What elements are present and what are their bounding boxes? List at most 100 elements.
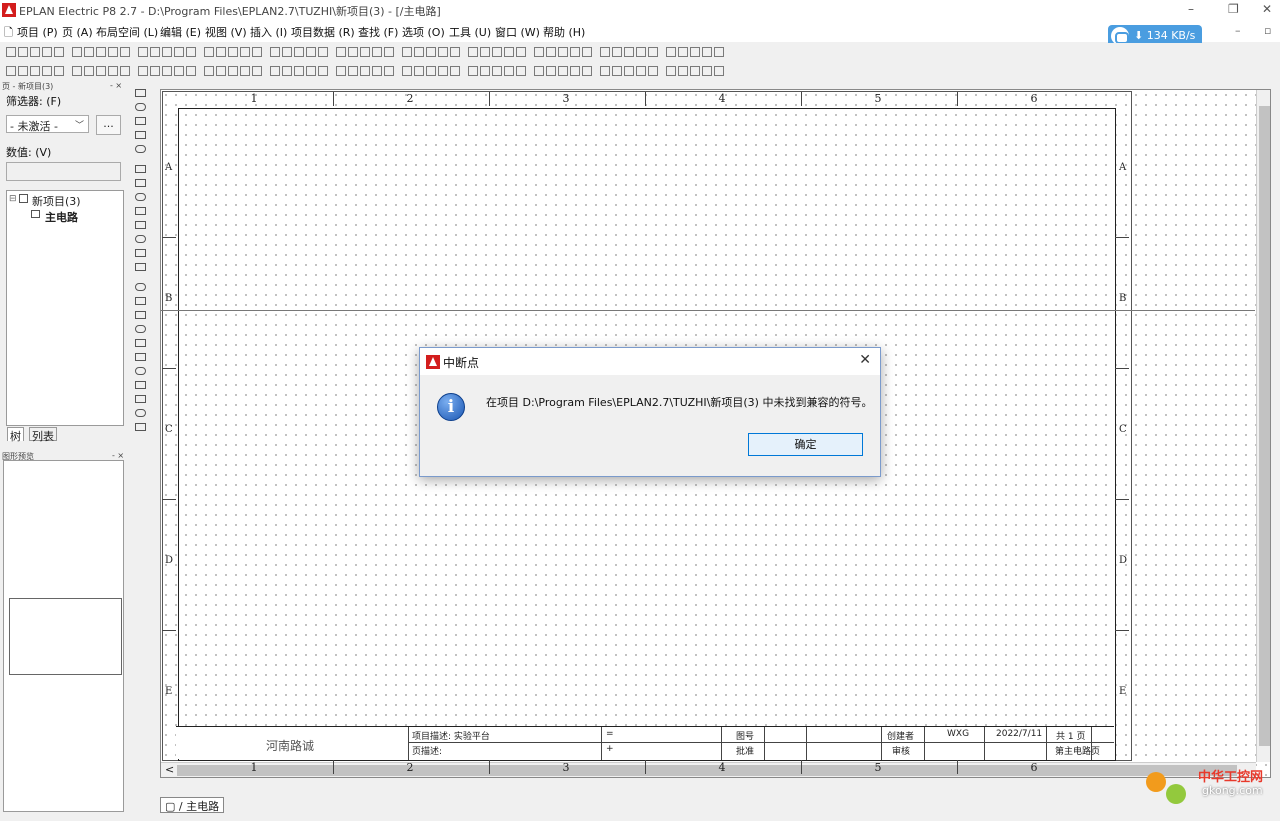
draw-tool-icon[interactable] — [135, 353, 146, 361]
page-tab[interactable]: ▢ / 主电路 — [160, 797, 225, 813]
toolbar-button-icon[interactable] — [678, 47, 688, 57]
draw-tool-icon[interactable] — [135, 221, 146, 229]
toolbar-button-icon[interactable] — [438, 47, 448, 57]
draw-tool-icon[interactable] — [135, 207, 146, 215]
filter-select[interactable]: - 未激活 - ﹀ — [6, 115, 89, 133]
toolbar-button-icon[interactable] — [546, 47, 556, 57]
draw-tool-icon[interactable] — [135, 381, 146, 389]
toolbar-button-icon[interactable] — [54, 47, 64, 57]
toolbar-button-icon[interactable] — [702, 47, 712, 57]
toolbar-button-icon[interactable] — [270, 47, 280, 57]
toolbar-button-icon[interactable] — [636, 66, 646, 76]
tree-item-page[interactable]: 主电路 — [45, 209, 78, 225]
toolbar-button-icon[interactable] — [204, 66, 214, 76]
toolbar-button-icon[interactable] — [282, 47, 292, 57]
scroll-left-icon[interactable]: < — [165, 763, 174, 776]
toolbar-button-icon[interactable] — [306, 66, 316, 76]
toolbar-button-icon[interactable] — [480, 47, 490, 57]
toolbar-button-icon[interactable] — [6, 47, 16, 57]
horizontal-scroll-thumb[interactable] — [177, 765, 1237, 776]
menu-tools[interactable]: 工具 (U) — [449, 24, 491, 40]
toolbar-button-icon[interactable] — [120, 66, 130, 76]
toolbar-button-icon[interactable] — [558, 47, 568, 57]
new-doc-icon[interactable]: 🗋 — [4, 24, 13, 43]
toolbar-button-icon[interactable] — [30, 66, 40, 76]
toolbar-button-icon[interactable] — [648, 66, 658, 76]
draw-tool-icon[interactable] — [135, 193, 146, 201]
toolbar-button-icon[interactable] — [186, 47, 196, 57]
draw-tool-icon[interactable] — [135, 311, 146, 319]
toolbar-button-icon[interactable] — [624, 66, 634, 76]
toolbar-button-icon[interactable] — [534, 47, 544, 57]
toolbar-button-icon[interactable] — [30, 47, 40, 57]
toolbar-button-icon[interactable] — [384, 66, 394, 76]
toolbar-button-icon[interactable] — [240, 47, 250, 57]
toolbar-button-icon[interactable] — [336, 66, 346, 76]
dialog-close-icon[interactable]: ✕ — [859, 352, 871, 368]
toolbar-button-icon[interactable] — [318, 47, 328, 57]
toolbar-button-icon[interactable] — [714, 66, 724, 76]
menu-view[interactable]: 视图 (V) — [205, 24, 247, 40]
toolbar-button-icon[interactable] — [270, 66, 280, 76]
draw-tool-icon[interactable] — [135, 395, 146, 403]
ok-button[interactable]: 确定 — [748, 433, 863, 456]
toolbar-button-icon[interactable] — [72, 47, 82, 57]
restore-button[interactable]: ❐ — [1228, 2, 1239, 16]
toolbar-button-icon[interactable] — [18, 47, 28, 57]
toolbar-button-icon[interactable] — [480, 66, 490, 76]
toolbar-button-icon[interactable] — [372, 66, 382, 76]
menu-project-data[interactable]: 项目数据 (R) — [291, 24, 355, 40]
toolbar-button-icon[interactable] — [690, 66, 700, 76]
draw-tool-icon[interactable] — [135, 423, 146, 431]
toolbar-button-icon[interactable] — [174, 66, 184, 76]
toolbar-button-icon[interactable] — [54, 66, 64, 76]
toolbar-button-icon[interactable] — [360, 47, 370, 57]
toolbar-button-icon[interactable] — [690, 47, 700, 57]
draw-tool-icon[interactable] — [135, 103, 146, 111]
toolbar-button-icon[interactable] — [516, 47, 526, 57]
toolbar-button-icon[interactable] — [648, 47, 658, 57]
toolbar-button-icon[interactable] — [492, 66, 502, 76]
toolbar-button-icon[interactable] — [450, 66, 460, 76]
toolbar-button-icon[interactable] — [570, 47, 580, 57]
menu-project[interactable]: 项目 (P) — [17, 24, 58, 40]
toolbar-button-icon[interactable] — [216, 66, 226, 76]
toolbar-button-icon[interactable] — [306, 47, 316, 57]
toolbar-button-icon[interactable] — [318, 66, 328, 76]
menu-edit[interactable]: 编辑 (E) — [160, 24, 201, 40]
vertical-scrollbar[interactable] — [1256, 90, 1270, 762]
toolbar-button-icon[interactable] — [42, 66, 52, 76]
draw-tool-icon[interactable] — [135, 145, 146, 153]
menu-page[interactable]: 页 (A) — [62, 24, 93, 40]
toolbar-button-icon[interactable] — [402, 47, 412, 57]
toolbar-button-icon[interactable] — [600, 66, 610, 76]
draw-tool-icon[interactable] — [135, 117, 146, 125]
toolbar-button-icon[interactable] — [348, 47, 358, 57]
tree-expand-icon[interactable]: ⊟ — [9, 194, 17, 204]
toolbar-button-icon[interactable] — [372, 47, 382, 57]
toolbar-button-icon[interactable] — [228, 47, 238, 57]
toolbar-button-icon[interactable] — [174, 47, 184, 57]
toolbar-button-icon[interactable] — [666, 47, 676, 57]
toolbar-button-icon[interactable] — [414, 47, 424, 57]
menu-options[interactable]: 选项 (O) — [402, 24, 445, 40]
draw-tool-icon[interactable] — [135, 367, 146, 375]
toolbar-button-icon[interactable] — [558, 66, 568, 76]
toolbar-button-icon[interactable] — [534, 66, 544, 76]
toolbar-button-icon[interactable] — [108, 47, 118, 57]
toolbar-button-icon[interactable] — [162, 47, 172, 57]
toolbar-button-icon[interactable] — [204, 47, 214, 57]
toolbar-button-icon[interactable] — [504, 66, 514, 76]
toolbar-button-icon[interactable] — [84, 66, 94, 76]
tab-tree[interactable]: 树 — [7, 427, 24, 443]
toolbar-button-icon[interactable] — [714, 47, 724, 57]
toolbar-button-icon[interactable] — [450, 47, 460, 57]
filter-more-button[interactable]: ... — [96, 115, 121, 135]
toolbar-button-icon[interactable] — [336, 47, 346, 57]
toolbar-button-icon[interactable] — [138, 47, 148, 57]
toolbar-button-icon[interactable] — [624, 47, 634, 57]
toolbar-button-icon[interactable] — [360, 66, 370, 76]
draw-tool-icon[interactable] — [135, 131, 146, 139]
draw-tool-icon[interactable] — [135, 339, 146, 347]
toolbar-button-icon[interactable] — [252, 47, 262, 57]
